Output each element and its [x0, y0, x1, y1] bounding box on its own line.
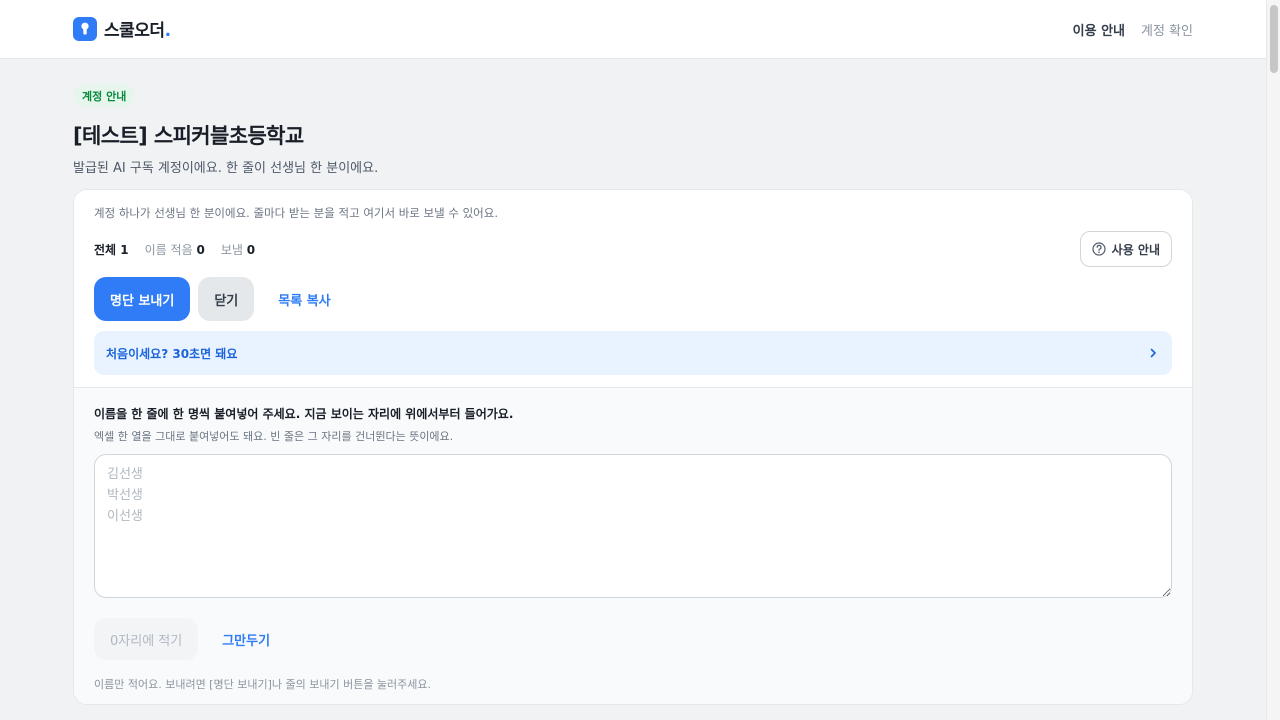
usage-guide-label: 사용 안내 — [1111, 242, 1160, 257]
page-subtitle: 발급된 AI 구독 계정이에요. 한 줄이 선생님 한 분이에요. — [73, 161, 379, 176]
account-stats: 전체 1 이름 적음 0 보냄 0 — [94, 241, 255, 258]
names-textarea[interactable] — [94, 454, 1172, 598]
top-nav: 이용 안내 계정 확인 — [1073, 20, 1193, 39]
page-title: [테스트] 스피커블초등학교 — [73, 124, 304, 148]
nav-link-account-check[interactable]: 계정 확인 — [1141, 20, 1193, 39]
card-description: 계정 하나가 선생님 한 분이에요. 줄마다 받는 분을 적고 여기서 바로 보… — [94, 206, 498, 220]
chevron-right-icon — [1150, 348, 1156, 358]
card-top-section: 계정 하나가 선생님 한 분이에요. 줄마다 받는 분을 적고 여기서 바로 보… — [74, 190, 1192, 388]
paste-instruction-subtitle: 엑셀 한 열을 그대로 붙여넣어도 돼요. 빈 줄은 그 자리를 건너뛴다는 뜻… — [94, 430, 454, 443]
first-time-tip-banner[interactable]: 처음이세요? 30초면 돼요 — [94, 331, 1172, 375]
tip-text: 처음이세요? 30초면 돼요 — [106, 346, 238, 361]
brand-name: 스쿨오더. — [104, 21, 171, 41]
usage-guide-button[interactable]: 사용 안내 — [1079, 231, 1172, 267]
scrollbar-thumb[interactable] — [1270, 5, 1278, 73]
send-list-button[interactable]: 명단 보내기 — [94, 277, 191, 321]
page-scrollbar[interactable] — [1266, 0, 1280, 720]
fill-slots-button[interactable]: 0자리에 적기 — [94, 618, 199, 660]
cancel-paste-button[interactable]: 그만두기 — [206, 617, 286, 661]
paste-names-section: 이름을 한 줄에 한 명씩 붙여넣어 주세요. 지금 보이는 자리에 위에서부터… — [74, 388, 1192, 704]
section-badge: 계정 안내 — [73, 84, 136, 107]
top-header: 스쿨오더. 이용 안내 계정 확인 — [0, 0, 1266, 59]
nav-link-guide[interactable]: 이용 안내 — [1073, 20, 1125, 39]
question-circle-icon — [1092, 242, 1106, 256]
close-button[interactable]: 닫기 — [198, 277, 255, 321]
paste-instruction-title: 이름을 한 줄에 한 명씩 붙여넣어 주세요. 지금 보이는 자리에 위에서부터… — [94, 407, 514, 421]
copy-list-button[interactable]: 목록 복사 — [262, 277, 346, 321]
brand-logo-icon — [73, 16, 97, 41]
stat-sent: 보냄 0 — [220, 243, 256, 257]
action-buttons: 명단 보내기 닫기 목록 복사 — [94, 277, 347, 321]
stat-named: 이름 적음 0 — [144, 243, 205, 257]
brand[interactable]: 스쿨오더. — [73, 16, 171, 41]
account-card: 계정 하나가 선생님 한 분이에요. 줄마다 받는 분을 적고 여기서 바로 보… — [73, 189, 1193, 705]
paste-footnote: 이름만 적어요. 보내려면 [명단 보내기]나 줄의 보내기 버튼을 눌러주세요… — [94, 678, 432, 691]
paste-buttons: 0자리에 적기 그만두기 — [94, 617, 286, 661]
stat-total: 전체 1 — [94, 243, 129, 257]
